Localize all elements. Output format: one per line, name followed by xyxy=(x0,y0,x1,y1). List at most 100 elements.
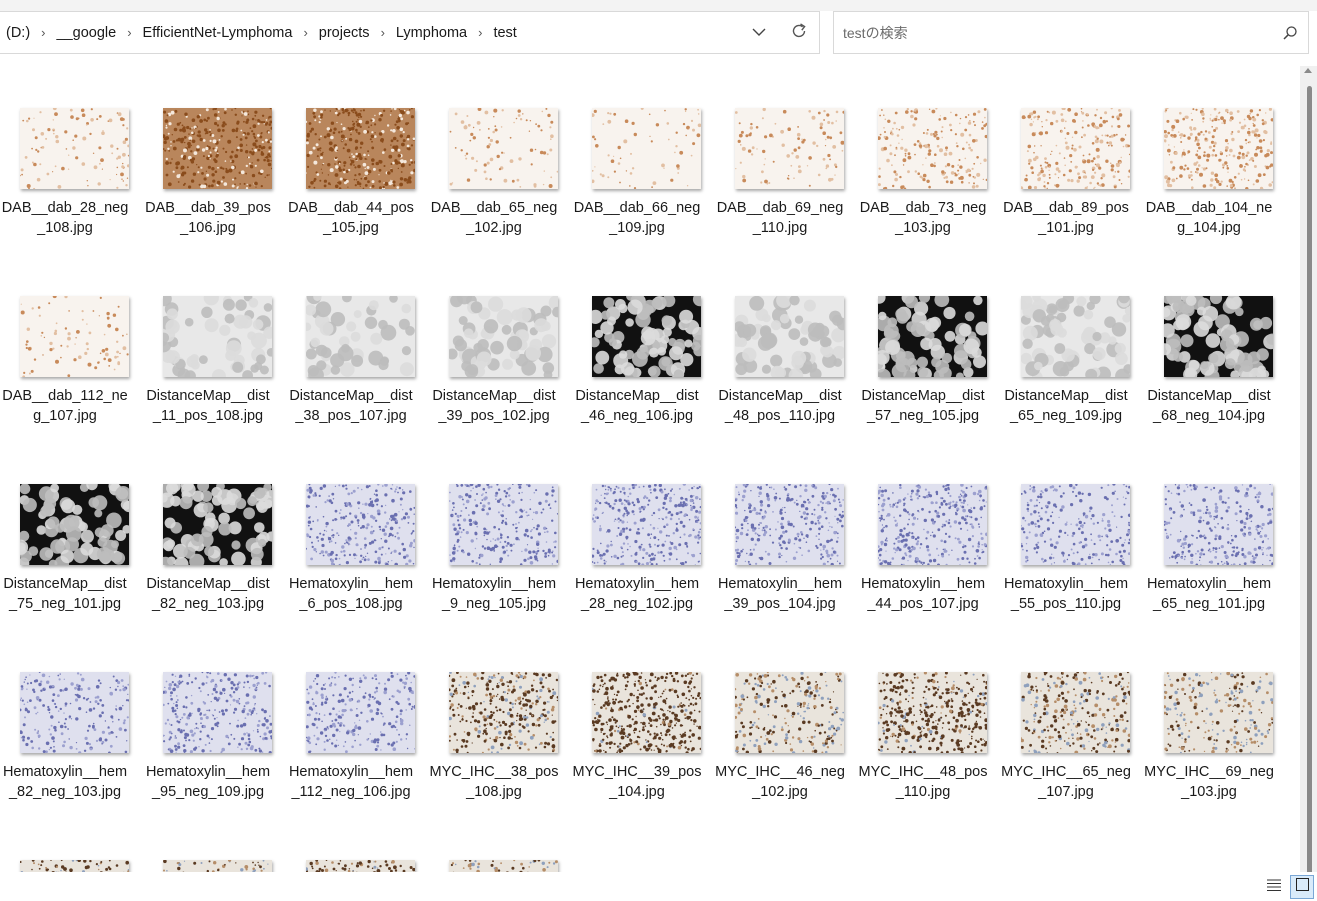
file-thumbnail xyxy=(305,483,417,567)
file-thumbnail xyxy=(446,289,563,380)
file-name: DAB__dab_28_neg_108.jpg xyxy=(1,200,129,236)
file-name: MYC_IHC__39_pos_104.jpg xyxy=(572,764,702,800)
file-name: DAB__dab_89_pos_101.jpg xyxy=(1003,200,1129,236)
file-name: Hematoxylin__hem_65_neg_101.jpg xyxy=(1146,576,1272,612)
window-top-strip xyxy=(0,0,1317,11)
file-name: DistanceMap__dist_38_pos_107.jpg xyxy=(289,388,413,424)
file-thumbnail xyxy=(157,478,277,572)
large-icons-view-icon xyxy=(1295,878,1309,896)
file-name: MYC_IHC__46_neg_102.jpg xyxy=(715,764,845,800)
file-name: DistanceMap__dist_11_pos_108.jpg xyxy=(146,388,270,424)
file-name: DistanceMap__dist_82_neg_103.jpg xyxy=(146,576,270,612)
file-thumbnail xyxy=(1163,483,1275,567)
file-name: DistanceMap__dist_75_neg_101.jpg xyxy=(3,576,127,612)
file-name: Hematoxylin__hem_44_pos_107.jpg xyxy=(860,576,986,612)
chevron-right-icon[interactable]: › xyxy=(372,25,394,40)
breadcrumb: (D:) › __google › EfficientNet-Lymphoma › proj… xyxy=(0,25,739,41)
file-name: DAB__dab_44_pos_105.jpg xyxy=(288,200,414,236)
scroll-up-arrow-icon[interactable] xyxy=(1304,68,1312,73)
file-thumbnail xyxy=(447,671,560,754)
file-name: DAB__dab_69_neg_110.jpg xyxy=(716,200,844,236)
file-name: Hematoxylin__hem_9_neg_105.jpg xyxy=(431,576,557,612)
file-name: Hematoxylin__hem_82_neg_103.jpg xyxy=(2,764,128,800)
breadcrumb-item[interactable]: Lymphoma xyxy=(394,25,469,41)
breadcrumb-item[interactable]: (D:) xyxy=(4,25,32,41)
file-thumbnail xyxy=(304,859,416,872)
file-thumbnail xyxy=(449,858,558,872)
file-thumbnail xyxy=(591,671,702,755)
scrollbar-thumb[interactable] xyxy=(1307,86,1312,876)
details-view-button[interactable] xyxy=(1262,875,1286,899)
file-thumbnail xyxy=(588,291,707,381)
file-thumbnail xyxy=(449,107,559,189)
file-name: DAB__dab_104_neg_104.jpg xyxy=(1145,200,1273,236)
file-name: DAB__dab_73_neg_103.jpg xyxy=(859,200,987,236)
address-bar[interactable]: (D:) › __google › EfficientNet-Lymphoma › proj… xyxy=(0,11,820,54)
file-thumbnail xyxy=(876,671,989,755)
file-name: DAB__dab_39_pos_106.jpg xyxy=(145,200,271,236)
refresh-button[interactable] xyxy=(779,12,819,53)
file-name: MYC_IHC__38_pos_108.jpg xyxy=(429,764,559,800)
status-bar xyxy=(0,872,1317,901)
chevron-right-icon[interactable]: › xyxy=(469,25,491,40)
chevron-right-icon[interactable]: › xyxy=(32,25,54,40)
file-thumbnail xyxy=(19,858,131,872)
file-thumbnail xyxy=(302,289,415,383)
details-view-icon xyxy=(1267,878,1281,896)
file-name: Hematoxylin__hem_28_neg_102.jpg xyxy=(574,576,700,612)
file-thumbnail xyxy=(731,292,850,383)
vertical-scrollbar[interactable] xyxy=(1300,66,1317,876)
file-name: Hematoxylin__hem_55_pos_110.jpg xyxy=(1003,576,1129,612)
breadcrumb-item[interactable]: projects xyxy=(317,25,372,41)
file-name: DAB__dab_66_neg_109.jpg xyxy=(573,200,701,236)
breadcrumb-item[interactable]: __google xyxy=(55,25,119,41)
chevron-right-icon[interactable]: › xyxy=(294,25,316,40)
file-thumbnail xyxy=(1159,289,1278,384)
file-name: MYC_IHC__48_pos_110.jpg xyxy=(858,764,988,800)
file-thumbnail xyxy=(18,671,130,755)
file-name: MYC_IHC__69_neg_103.jpg xyxy=(1144,764,1274,800)
file-thumbnail xyxy=(877,107,989,191)
address-history-dropdown[interactable] xyxy=(739,12,779,53)
file-name: Hematoxylin__hem_95_neg_109.jpg xyxy=(145,764,271,800)
file-name: DistanceMap__dist_65_neg_109.jpg xyxy=(1004,388,1128,424)
file-thumbnail xyxy=(161,107,274,190)
file-name: DistanceMap__dist_39_pos_102.jpg xyxy=(432,388,556,424)
file-thumbnail xyxy=(1019,107,1132,191)
file-thumbnail xyxy=(876,483,989,567)
file-thumbnail xyxy=(734,107,846,189)
file-thumbnail xyxy=(305,106,417,191)
search-icon[interactable] xyxy=(1272,25,1308,41)
file-thumbnail xyxy=(591,482,702,567)
file-thumbnail xyxy=(1020,670,1132,755)
file-name: DistanceMap__dist_57_neg_105.jpg xyxy=(861,388,985,424)
search-input[interactable] xyxy=(834,23,1272,42)
file-thumbnail xyxy=(733,671,844,755)
file-name: DAB__dab_65_neg_102.jpg xyxy=(430,200,558,236)
file-thumbnail xyxy=(1017,292,1134,384)
file-thumbnail xyxy=(448,482,560,566)
search-box[interactable] xyxy=(833,11,1309,54)
file-thumbnail xyxy=(1163,106,1274,191)
file-thumbnail xyxy=(155,290,276,384)
large-icons-view-button[interactable] xyxy=(1290,875,1314,899)
file-thumbnail xyxy=(1020,482,1132,566)
breadcrumb-item[interactable]: test xyxy=(491,25,518,41)
file-thumbnail xyxy=(872,291,990,384)
file-thumbnail xyxy=(163,858,272,872)
file-name: DistanceMap__dist_48_pos_110.jpg xyxy=(718,388,842,424)
file-thumbnail xyxy=(733,482,845,567)
file-name: Hematoxylin__hem_112_neg_106.jpg xyxy=(288,764,414,800)
file-name: DistanceMap__dist_46_neg_106.jpg xyxy=(575,388,699,424)
file-thumbnail xyxy=(1162,671,1274,754)
breadcrumb-item[interactable]: EfficientNet-Lymphoma xyxy=(141,25,295,41)
file-name: Hematoxylin__hem_6_pos_108.jpg xyxy=(288,576,414,612)
file-list-pane[interactable]: DAB__dab_28_neg_108.jpg DAB__dab_39_pos_1… xyxy=(0,66,1300,872)
chevron-down-icon xyxy=(752,25,766,41)
file-name: MYC_IHC__65_neg_107.jpg xyxy=(1001,764,1131,800)
file-thumbnail xyxy=(161,670,274,755)
file-thumbnail xyxy=(12,478,135,571)
file-name: DAB__dab_112_neg_107.jpg xyxy=(2,388,128,424)
refresh-icon xyxy=(790,22,808,44)
chevron-right-icon[interactable]: › xyxy=(118,25,140,40)
